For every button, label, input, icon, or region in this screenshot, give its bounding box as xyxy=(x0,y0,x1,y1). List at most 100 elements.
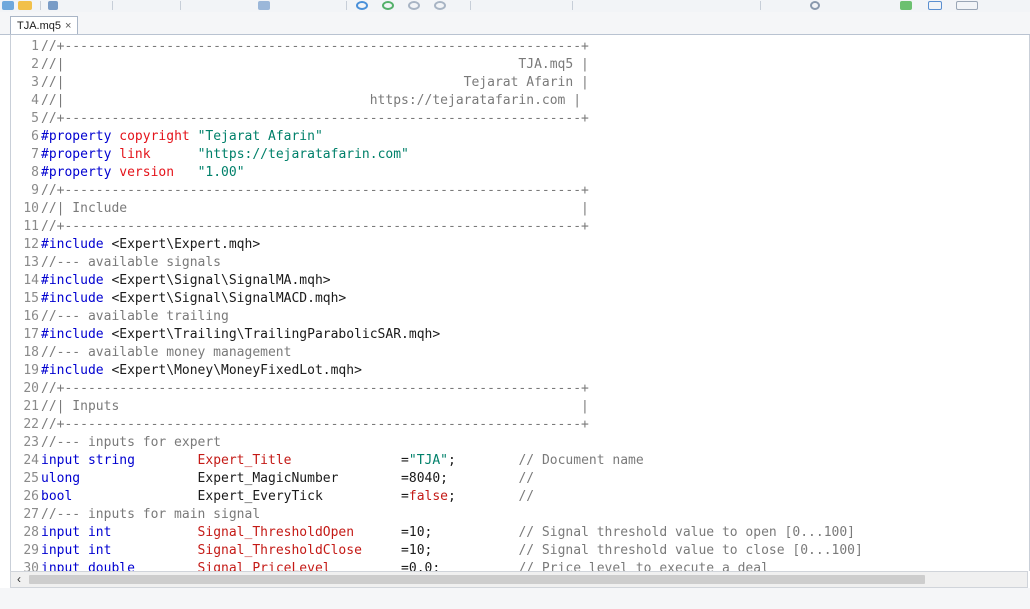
code-line[interactable]: 10//| Include | xyxy=(11,200,589,218)
scrollbar-thumb[interactable] xyxy=(29,575,925,584)
code-token: #include xyxy=(41,327,112,342)
code-line[interactable]: 12 #include <Expert\Expert.mqh> xyxy=(11,236,260,254)
code-token: // xyxy=(518,471,535,486)
compile-icon[interactable] xyxy=(258,1,270,10)
search-icon[interactable] xyxy=(810,1,820,10)
code-token: //+-------------------------------------… xyxy=(41,39,589,54)
code-line[interactable]: 30 input double Signal_PriceLevel =0.0; /… xyxy=(11,560,769,571)
code-line[interactable]: 7 #property link "https://tejaratafarin.c… xyxy=(11,146,409,164)
line-number: 7 xyxy=(31,147,39,162)
code-token: //+-------------------------------------… xyxy=(41,111,589,126)
code-token: Expert_Title xyxy=(197,453,402,468)
code-token: //| Tejarat Afarin | xyxy=(41,75,589,90)
code-token: <Expert\Money\MoneyFixedLot.mqh> xyxy=(111,363,362,378)
code-text: //--- inputs for expert xyxy=(39,434,221,452)
pause-icon[interactable] xyxy=(408,1,420,10)
save-icon[interactable] xyxy=(48,1,58,10)
window-dropdown-icon[interactable] xyxy=(956,1,978,10)
line-number: 17 xyxy=(23,327,39,342)
code-token: "1.00" xyxy=(197,165,245,180)
code-line[interactable]: 24 input string Expert_Title ="TJA"; // D… xyxy=(11,452,644,470)
code-line[interactable]: 16//--- available trailing xyxy=(11,308,229,326)
code-token: #property xyxy=(41,147,120,162)
close-icon[interactable]: × xyxy=(65,20,71,32)
checkmark-icon[interactable] xyxy=(900,1,912,10)
code-line[interactable]: 26 bool Expert_EveryTick =false; // xyxy=(11,488,534,506)
code-line[interactable]: 21//| Inputs | xyxy=(11,398,589,416)
code-line[interactable]: 2//| TJA.mq5 | xyxy=(11,56,589,74)
code-line[interactable]: 28 input int Signal_ThresholdOpen =10; //… xyxy=(11,524,855,542)
code-line[interactable]: 9//+------------------------------------… xyxy=(11,182,589,200)
code-token: <Expert\Expert.mqh> xyxy=(111,237,261,252)
code-line[interactable]: 1//+------------------------------------… xyxy=(11,38,589,56)
code-line[interactable]: 14 #include <Expert\Signal\SignalMA.mqh> xyxy=(11,272,331,290)
stop-icon[interactable] xyxy=(434,1,446,10)
code-token: input int xyxy=(41,543,198,558)
code-token: ; xyxy=(448,453,519,468)
tab-tja-mq5[interactable]: TJA.mq5 × xyxy=(10,16,79,34)
start-profile-icon[interactable] xyxy=(382,1,394,10)
code-text: #include <Expert\Signal\SignalMA.mqh> xyxy=(39,272,331,290)
code-line[interactable]: 11//+-----------------------------------… xyxy=(11,218,589,236)
scroll-left-arrow-icon[interactable]: ‹ xyxy=(11,572,27,587)
code-text: input string Expert_Title ="TJA"; // Doc… xyxy=(39,452,644,470)
line-number: 23 xyxy=(23,435,39,450)
window-icon[interactable] xyxy=(928,1,942,10)
line-number: 9 xyxy=(31,183,39,198)
code-text: //| https://tejaratafarin.com | xyxy=(39,92,581,110)
code-line[interactable]: 20//+-----------------------------------… xyxy=(11,380,589,398)
line-number: 2 xyxy=(31,57,39,72)
code-token: =10; xyxy=(401,543,519,558)
toolbar-separator xyxy=(112,1,113,10)
code-token: bool xyxy=(41,489,198,504)
code-text: input double Signal_PriceLevel =0.0; // … xyxy=(39,560,769,571)
toolbar-separator xyxy=(470,1,471,10)
code-token: //--- inputs for main signal xyxy=(41,507,261,522)
code-line[interactable]: 3//| Tejarat Afarin | xyxy=(11,74,589,92)
code-token: Signal_PriceLevel xyxy=(197,561,402,571)
code-line[interactable]: 5//+------------------------------------… xyxy=(11,110,589,128)
code-line[interactable]: 27//--- inputs for main signal xyxy=(11,506,260,524)
start-debug-icon[interactable] xyxy=(356,1,368,10)
open-file-icon[interactable] xyxy=(18,1,32,10)
new-file-icon[interactable] xyxy=(2,1,14,10)
line-number: 12 xyxy=(23,237,39,252)
code-line[interactable]: 17 #include <Expert\Trailing\TrailingPara… xyxy=(11,326,440,344)
code-token: "https://tejaratafarin.com" xyxy=(197,147,409,162)
code-line[interactable]: 29 input int Signal_ThresholdClose =10; /… xyxy=(11,542,862,560)
code-token: input string xyxy=(41,453,198,468)
line-number: 3 xyxy=(31,75,39,90)
code-line[interactable]: 22//+-----------------------------------… xyxy=(11,416,589,434)
line-number: 18 xyxy=(23,345,39,360)
code-editor[interactable]: 1//+------------------------------------… xyxy=(10,35,1030,571)
code-text: //--- available trailing xyxy=(39,308,229,326)
code-text: //+-------------------------------------… xyxy=(39,218,589,236)
line-number: 16 xyxy=(23,309,39,324)
code-line[interactable]: 23//--- inputs for expert xyxy=(11,434,221,452)
code-token: // Price level to execute a deal xyxy=(518,561,769,571)
code-text: #include <Expert\Expert.mqh> xyxy=(39,236,260,254)
line-number: 27 xyxy=(23,507,39,522)
code-token: #include xyxy=(41,291,112,306)
code-line[interactable]: 15 #include <Expert\Signal\SignalMACD.mqh… xyxy=(11,290,346,308)
code-token: <Expert\Signal\SignalMA.mqh> xyxy=(111,273,331,288)
code-text: #property link "https://tejaratafarin.co… xyxy=(39,146,409,164)
code-token: #include xyxy=(41,273,112,288)
code-token: //--- available trailing xyxy=(41,309,229,324)
code-text: input int Signal_ThresholdOpen =10; // S… xyxy=(39,524,855,542)
code-line[interactable]: 18//--- available money management xyxy=(11,344,291,362)
code-token: <Expert\Trailing\TrailingParabolicSAR.mq… xyxy=(111,327,441,342)
code-line[interactable]: 25 ulong Expert_MagicNumber =8040; // xyxy=(11,470,534,488)
code-line[interactable]: 8 #property version "1.00" xyxy=(11,164,245,182)
code-text: #include <Expert\Trailing\TrailingParabo… xyxy=(39,326,440,344)
code-line[interactable]: 4//| https://tejaratafarin.com | xyxy=(11,92,581,110)
code-line[interactable]: 13//--- available signals xyxy=(11,254,221,272)
line-number: 24 xyxy=(23,453,39,468)
code-line[interactable]: 6 #property copyright "Tejarat Afarin" xyxy=(11,128,323,146)
code-token: false xyxy=(408,489,449,504)
horizontal-scrollbar[interactable]: ‹ xyxy=(10,571,1028,588)
code-text: ulong Expert_MagicNumber =8040; // xyxy=(39,470,534,488)
line-number: 26 xyxy=(23,489,39,504)
code-line[interactable]: 19 #include <Expert\Money\MoneyFixedLot.m… xyxy=(11,362,362,380)
line-number: 11 xyxy=(23,219,39,234)
